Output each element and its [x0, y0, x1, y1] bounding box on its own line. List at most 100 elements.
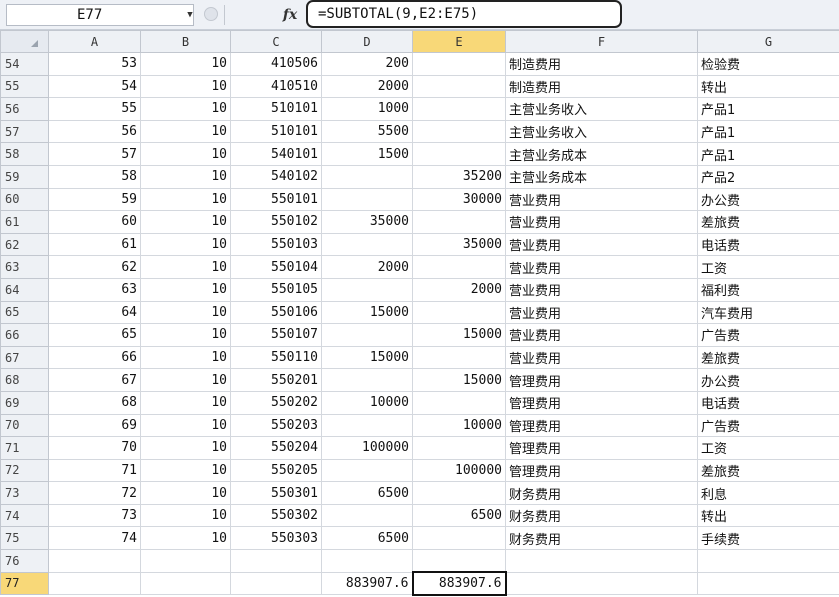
row-header[interactable]: 64 — [0, 277, 49, 302]
cell-g[interactable]: 工资 — [697, 436, 839, 460]
column-header-b[interactable]: B — [140, 30, 231, 53]
cell-c[interactable]: 550103 — [230, 232, 322, 257]
cell-e[interactable] — [412, 345, 506, 370]
cell-a[interactable]: 59 — [48, 187, 141, 212]
cell-g[interactable]: 办公费 — [697, 187, 839, 212]
row-header[interactable]: 60 — [0, 187, 49, 212]
cell-g[interactable]: 转出 — [697, 503, 839, 528]
cell-f[interactable]: 营业费用 — [505, 210, 698, 234]
cell-e[interactable] — [412, 255, 506, 279]
cell-f[interactable] — [505, 549, 698, 573]
cell-e[interactable] — [412, 97, 506, 121]
insert-function-icon[interactable]: fx — [275, 4, 305, 26]
cell-d[interactable] — [321, 187, 413, 212]
cell-c[interactable]: 550204 — [230, 436, 322, 460]
cell-a[interactable]: 64 — [48, 300, 141, 325]
cell-c[interactable] — [230, 549, 322, 573]
cell-g[interactable]: 利息 — [697, 481, 839, 505]
cell-c[interactable]: 550102 — [230, 210, 322, 234]
column-header-d[interactable]: D — [321, 30, 413, 53]
cell-g[interactable]: 电话费 — [697, 232, 839, 257]
cell-g[interactable] — [697, 549, 839, 573]
cell-b[interactable]: 10 — [140, 119, 231, 144]
cell-f[interactable]: 营业费用 — [505, 345, 698, 370]
cell-c[interactable] — [230, 571, 322, 596]
cell-c[interactable]: 550302 — [230, 503, 322, 528]
row-header[interactable]: 54 — [0, 52, 49, 76]
cell-g[interactable]: 差旅费 — [697, 210, 839, 234]
cell-a[interactable]: 69 — [48, 413, 141, 438]
cell-d[interactable] — [321, 232, 413, 257]
cell-g[interactable]: 转出 — [697, 74, 839, 99]
cell-b[interactable]: 10 — [140, 74, 231, 99]
cell-g[interactable]: 差旅费 — [697, 458, 839, 483]
cell-a[interactable]: 54 — [48, 74, 141, 99]
cell-b[interactable]: 10 — [140, 413, 231, 438]
cell-a[interactable]: 74 — [48, 526, 141, 551]
cell-c[interactable]: 550203 — [230, 413, 322, 438]
cell-d[interactable] — [321, 503, 413, 528]
cell-a[interactable]: 57 — [48, 142, 141, 166]
cell-b[interactable]: 10 — [140, 481, 231, 505]
cell-e[interactable] — [412, 436, 506, 460]
expand-handle-icon[interactable] — [204, 7, 218, 21]
cell-b[interactable] — [140, 571, 231, 596]
cell-e[interactable] — [412, 549, 506, 573]
cell-d[interactable]: 1000 — [321, 97, 413, 121]
cell-a[interactable]: 61 — [48, 232, 141, 257]
cell-c[interactable]: 510101 — [230, 119, 322, 144]
cell-c[interactable]: 550107 — [230, 323, 322, 347]
cell-f[interactable]: 制造费用 — [505, 74, 698, 99]
cell-f[interactable]: 主营业务收入 — [505, 97, 698, 121]
cell-g[interactable]: 产品1 — [697, 142, 839, 166]
cell-g[interactable]: 产品1 — [697, 119, 839, 144]
cell-c[interactable]: 550201 — [230, 368, 322, 392]
cell-f[interactable]: 营业费用 — [505, 300, 698, 325]
cell-a[interactable]: 73 — [48, 503, 141, 528]
cell-c[interactable]: 550104 — [230, 255, 322, 279]
cell-c[interactable]: 540101 — [230, 142, 322, 166]
cell-d[interactable]: 10000 — [321, 390, 413, 415]
cell-e[interactable]: 15000 — [412, 323, 506, 347]
row-header[interactable]: 75 — [0, 526, 49, 551]
cell-b[interactable]: 10 — [140, 210, 231, 234]
cell-a[interactable]: 63 — [48, 277, 141, 302]
cell-f[interactable]: 主营业务成本 — [505, 142, 698, 166]
cell-g[interactable]: 手续费 — [697, 526, 839, 551]
cell-e[interactable] — [412, 74, 506, 99]
cell-e[interactable] — [412, 210, 506, 234]
cell-f[interactable]: 管理费用 — [505, 390, 698, 415]
cell-e[interactable] — [412, 52, 506, 76]
cell-g[interactable]: 产品2 — [697, 164, 839, 189]
cell-c[interactable]: 550301 — [230, 481, 322, 505]
cell-a[interactable]: 53 — [48, 52, 141, 76]
cell-f[interactable]: 财务费用 — [505, 503, 698, 528]
cell-b[interactable] — [140, 549, 231, 573]
cell-f[interactable]: 营业费用 — [505, 323, 698, 347]
cell-d[interactable]: 6500 — [321, 481, 413, 505]
cell-a[interactable]: 71 — [48, 458, 141, 483]
cell-a[interactable] — [48, 571, 141, 596]
cell-c[interactable]: 540102 — [230, 164, 322, 189]
cell-e[interactable]: 30000 — [412, 187, 506, 212]
row-header[interactable]: 73 — [0, 481, 49, 505]
cell-f[interactable]: 管理费用 — [505, 368, 698, 392]
cell-e[interactable] — [412, 142, 506, 166]
row-header[interactable]: 71 — [0, 436, 49, 460]
cell-d[interactable] — [321, 413, 413, 438]
column-header-f[interactable]: F — [505, 30, 698, 53]
cell-e[interactable]: 6500 — [412, 503, 506, 528]
cell-d[interactable] — [321, 277, 413, 302]
cell-f[interactable]: 财务费用 — [505, 526, 698, 551]
column-header-a[interactable]: A — [48, 30, 141, 53]
row-header[interactable]: 56 — [0, 97, 49, 121]
cell-a[interactable]: 65 — [48, 323, 141, 347]
cell-a[interactable] — [48, 549, 141, 573]
cell-d[interactable]: 883907.6 — [321, 571, 413, 596]
cell-d[interactable] — [321, 458, 413, 483]
cell-a[interactable]: 55 — [48, 97, 141, 121]
column-header-c[interactable]: C — [230, 30, 322, 53]
cell-c[interactable]: 550101 — [230, 187, 322, 212]
cell-b[interactable]: 10 — [140, 345, 231, 370]
row-header[interactable]: 68 — [0, 368, 49, 392]
